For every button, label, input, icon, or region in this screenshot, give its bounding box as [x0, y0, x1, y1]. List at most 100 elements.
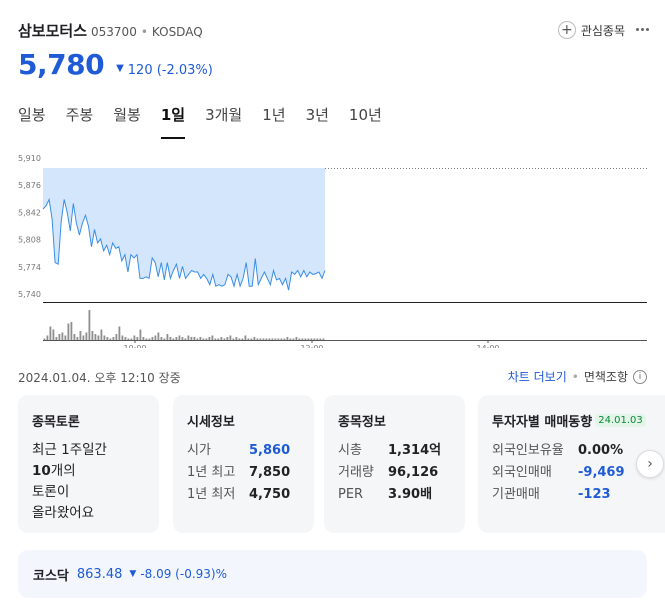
volume-bar	[133, 335, 136, 340]
tab-1day[interactable]: 1일	[160, 104, 186, 140]
volume-bar	[202, 338, 205, 340]
volume-bar	[79, 331, 82, 340]
volume-bar	[190, 337, 193, 340]
forum-line-4: 올라왔어요	[32, 505, 95, 521]
quote-info-row: 1년 최저 4,750	[187, 484, 314, 506]
stock-info-row: PER 3.90배	[338, 484, 465, 506]
volume-bar	[142, 337, 145, 340]
volume-bar	[91, 331, 94, 340]
info-icon[interactable]: i	[633, 369, 647, 384]
forum-card[interactable]: 종목토론 최근 1주일간 10개의 토론이 올라왔어요	[18, 395, 159, 533]
volume-bar	[307, 338, 310, 340]
y-tick-label: 5,774	[18, 263, 41, 272]
volume-bar	[223, 338, 226, 340]
forum-count: 10	[32, 463, 51, 479]
volume-bar	[184, 338, 187, 340]
price-change: 120 (-2.03%)	[127, 63, 213, 78]
volume-bar	[148, 338, 151, 340]
meta-links: 차트 더보기 • 면책조항 i	[508, 368, 647, 385]
row-key: 외국인보유율	[492, 443, 564, 458]
volume-bar	[58, 334, 61, 340]
index-change: -8.09 (-0.93)%	[140, 567, 227, 581]
intraday-chart[interactable]: 5,910 5,876 5,842 5,808 5,774 5,740 10:00 12:0…	[0, 148, 665, 348]
volume-bar	[250, 338, 253, 340]
x-tick-label: 10:00	[123, 344, 146, 348]
stock-info-card[interactable]: 종목정보 시총 1,314억 거래량 96,126 PER 3.90배	[324, 395, 465, 533]
forum-line-1: 최근 1주일간	[32, 442, 107, 458]
next-arrow-icon[interactable]: ›	[636, 450, 664, 478]
row-key: 기관매매	[492, 487, 540, 502]
volume-bar	[214, 338, 217, 340]
stock-widget: 삼보모터스 053700 • KOSDAQ + 관심종목 5,780 ▼ 120…	[0, 0, 665, 614]
tab-3months[interactable]: 3개월	[205, 104, 242, 140]
tab-monthly[interactable]: 월봉	[113, 104, 141, 140]
volume-bar	[271, 338, 274, 340]
investor-trend-title: 투자자별 매매동향 24.01.03	[492, 411, 665, 430]
tab-daily[interactable]: 일봉	[18, 104, 46, 140]
tab-weekly[interactable]: 주봉	[66, 104, 94, 140]
tab-1year[interactable]: 1년	[262, 104, 285, 140]
volume-bar	[163, 338, 166, 340]
volume-bar	[97, 335, 100, 340]
more-options-icon[interactable]	[633, 20, 651, 38]
volume-bar	[166, 334, 169, 340]
volume-bar	[244, 335, 247, 340]
row-value: 5,860	[249, 443, 291, 458]
volume-bar	[268, 338, 271, 340]
tab-10years[interactable]: 10년	[349, 104, 382, 140]
index-bar[interactable]: 코스닥 863.48 ▼ -8.09 (-0.93)%	[18, 550, 647, 598]
stock-name[interactable]: 삼보모터스	[18, 20, 87, 41]
volume-bar	[178, 335, 181, 340]
forum-count-suffix: 개의	[50, 463, 76, 479]
quote-info-card[interactable]: 시세정보 시가 5,860 1년 최고 7,850 1년 최저 4,750	[173, 395, 314, 533]
x-axis-ticks: 10:00 12:00 14:00	[123, 340, 500, 348]
volume-bar	[199, 337, 202, 340]
investor-trend-label: 투자자별 매매동향	[492, 415, 593, 430]
row-value: 4,750	[249, 487, 291, 502]
volume-bar	[154, 335, 157, 340]
chart-more-link[interactable]: 차트 더보기	[508, 368, 567, 385]
volume-bar	[256, 338, 259, 340]
volume-bar	[46, 335, 49, 340]
volume-bar	[127, 338, 130, 340]
y-tick-label: 5,740	[18, 290, 41, 299]
disclaimer-link[interactable]: 면책조항	[584, 368, 628, 385]
volume-bar	[322, 338, 325, 340]
volume-bar	[124, 337, 127, 340]
volume-bar	[283, 338, 286, 340]
volume-bar	[319, 338, 322, 340]
quote-info-title: 시세정보	[187, 415, 235, 430]
volume-bar	[205, 338, 208, 340]
volume-bar	[145, 338, 148, 340]
volume-bar	[295, 337, 298, 340]
volume-bar	[118, 326, 121, 340]
tab-3years[interactable]: 3년	[306, 104, 329, 140]
volume-bar	[247, 338, 250, 340]
volume-bar	[304, 338, 307, 340]
volume-bar	[280, 338, 283, 340]
volume-bar	[106, 337, 109, 340]
volume-bar	[181, 337, 184, 340]
volume-bar	[130, 338, 133, 340]
volume-bar	[229, 335, 232, 340]
volume-bar	[259, 338, 262, 340]
row-key: 외국인매매	[492, 465, 552, 480]
down-triangle-icon: ▼	[129, 569, 137, 579]
volume-bar	[52, 329, 55, 340]
volume-bar	[172, 338, 175, 340]
volume-bar	[292, 338, 295, 340]
y-tick-label: 5,808	[18, 236, 41, 245]
stock-info-row: 거래량 96,126	[338, 462, 465, 484]
volume-bar	[262, 338, 265, 340]
volume-bar	[235, 337, 238, 340]
x-tick-label: 14:00	[476, 344, 499, 348]
favorite-label: 관심종목	[580, 23, 625, 38]
volume-bar	[88, 310, 91, 340]
volume-bar	[241, 338, 244, 340]
volume-bar	[157, 332, 160, 340]
favorite-button[interactable]: + 관심종목	[557, 21, 625, 39]
volume-bar	[187, 335, 190, 340]
forum-card-title: 종목토론	[32, 415, 80, 430]
investor-row: 기관매매 -123	[492, 484, 665, 506]
forum-summary: 최근 1주일간 10개의 토론이 올라왔어요	[32, 440, 159, 524]
